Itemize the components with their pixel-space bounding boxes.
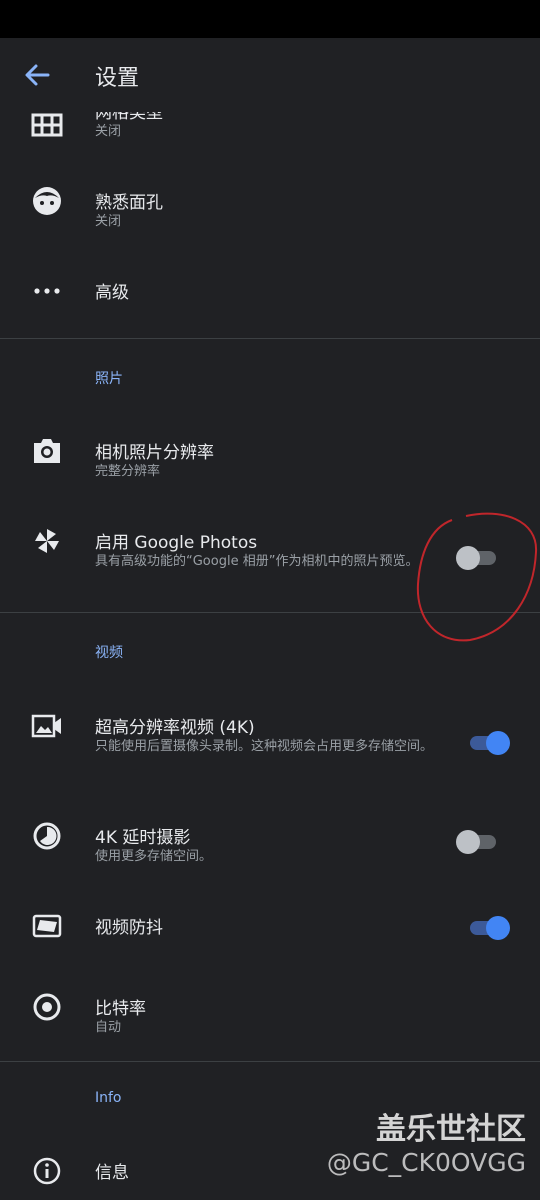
app-bar: 设置: [0, 38, 540, 112]
setting-label: 启用 Google Photos: [95, 533, 258, 553]
setting-sub: 使用更多存储空间。: [95, 849, 213, 864]
info-icon: [33, 1157, 61, 1185]
setting-label: 视频防抖: [95, 918, 163, 938]
setting-label: 相机照片分辨率: [95, 443, 214, 463]
setting-photo-resolution[interactable]: 相机照片分辨率 完整分辨率: [0, 430, 540, 490]
page-title: 设置: [95, 66, 140, 91]
setting-sub: 关闭: [95, 214, 122, 229]
google-photos-toggle[interactable]: [456, 543, 502, 573]
watermark-handle: @GC_CK0OVGG: [326, 1148, 526, 1177]
section-header-video: 视频: [95, 645, 123, 661]
section-header-info: Info: [95, 1090, 122, 1106]
setting-label: 超高分辨率视频 (4K): [95, 718, 255, 738]
back-arrow-icon[interactable]: [22, 60, 52, 90]
divider: [0, 612, 540, 613]
4k-timelapse-toggle[interactable]: [456, 827, 502, 857]
setting-label: 信息: [95, 1163, 129, 1183]
setting-label: 高级: [95, 283, 129, 303]
setting-4k-timelapse[interactable]: 4K 延时摄影 使用更多存储空间。: [0, 815, 540, 875]
divider: [0, 338, 540, 339]
video-camera-icon: [31, 714, 61, 738]
setting-sub: 自动: [95, 1020, 122, 1035]
setting-label: 4K 延时摄影: [95, 828, 191, 848]
stabilization-toggle[interactable]: [464, 913, 510, 943]
4k-video-toggle[interactable]: [464, 728, 510, 758]
setting-video-stabilization[interactable]: 视频防抖: [0, 905, 540, 955]
camera-icon: [34, 439, 60, 463]
setting-google-photos[interactable]: 启用 Google Photos 具有高级功能的“Google 相册”作为相机中…: [0, 520, 540, 600]
setting-label: 熟悉面孔: [95, 193, 163, 213]
setting-sub: 具有高级功能的“Google 相册”作为相机中的照片预览。: [95, 554, 419, 569]
radio-target-icon: [33, 993, 61, 1021]
status-bar: [0, 0, 540, 38]
setting-familiar-faces[interactable]: 熟悉面孔 关闭: [0, 180, 540, 250]
setting-advanced[interactable]: 高级: [0, 270, 540, 320]
setting-sub: 只能使用后置摄像头录制。这种视频会占用更多存储空间。: [95, 739, 434, 754]
grid-icon: [31, 113, 63, 137]
setting-sub: 完整分辨率: [95, 464, 161, 479]
more-horiz-icon: [34, 288, 60, 294]
setting-bitrate[interactable]: 比特率 自动: [0, 986, 540, 1046]
face-icon: [33, 187, 61, 215]
divider: [0, 1061, 540, 1062]
timelapse-icon: [33, 822, 61, 850]
section-header-photo: 照片: [95, 371, 123, 387]
setting-4k-video[interactable]: 超高分辨率视频 (4K) 只能使用后置摄像头录制。这种视频会占用更多存储空间。: [0, 705, 540, 785]
pinwheel-icon: [35, 529, 59, 553]
setting-label: 比特率: [95, 999, 146, 1019]
watermark-title: 盖乐世社区: [376, 1112, 526, 1147]
stabilization-icon: [32, 914, 62, 938]
setting-sub: 关闭: [95, 124, 122, 139]
